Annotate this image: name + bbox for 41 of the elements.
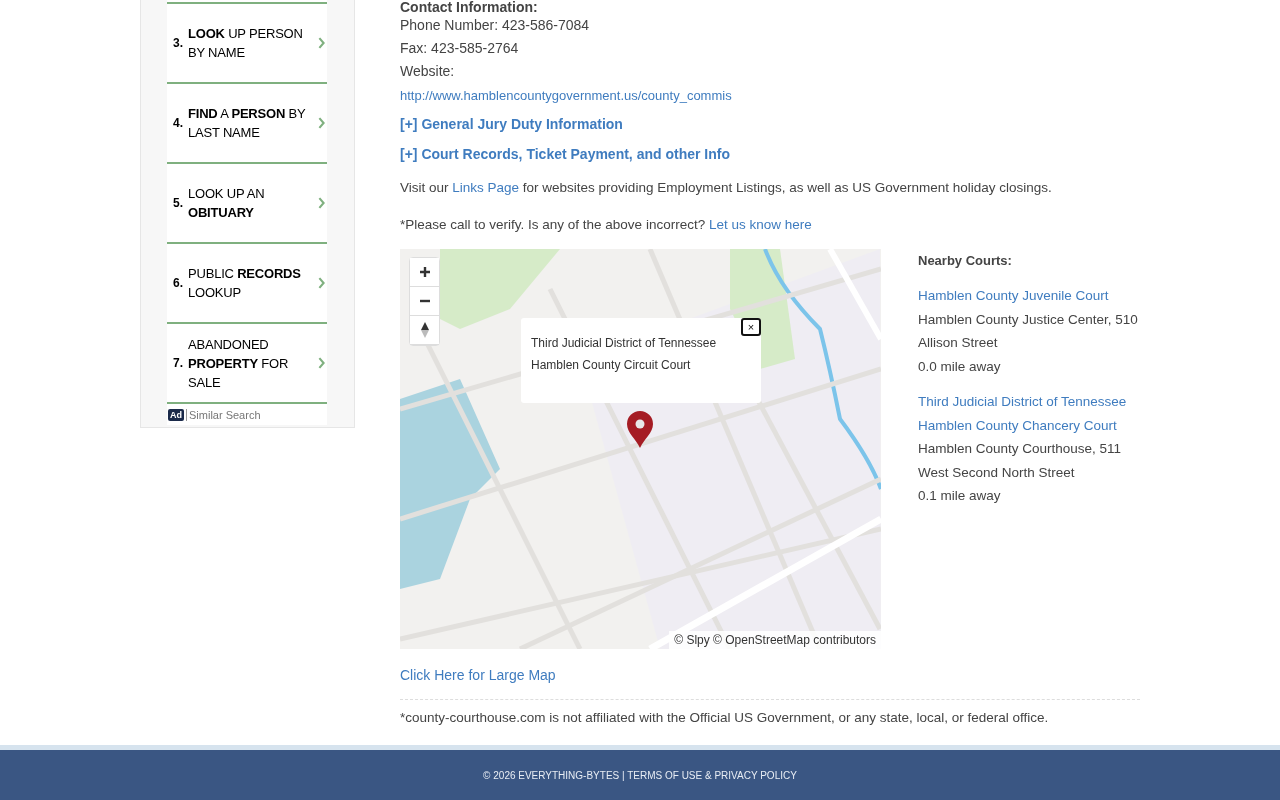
ad-link[interactable]: 6. PUBLIC RECORDS LOOKUP (167, 242, 327, 322)
court-link[interactable]: Third Judicial District of Tennessee (918, 390, 1127, 414)
court-distance: 0.0 mile away (918, 357, 1001, 376)
nearby-courts-heading: Nearby Courts: (918, 252, 1013, 270)
popup-text: Third Judicial District of Tennessee (531, 335, 718, 352)
court-address: Hamblen County Justice Center, 510 Allison Street (918, 310, 1139, 352)
similar-search-link[interactable]: Similar Search (189, 409, 261, 421)
ad-link[interactable]: 7. ABANDONED PROPERTY FOR SALE (167, 322, 327, 402)
verify-note: *Please call to verify. Is any of the above incorrect? Let us know here (400, 216, 813, 234)
large-map-link[interactable]: Click Here for Large Map (400, 667, 556, 683)
popup-text: Hamblen County Circuit Court (531, 357, 692, 374)
website-link[interactable]: http://www.hamblencountygovernment.us/county_commis (400, 88, 732, 103)
chevron-right-icon (318, 35, 325, 51)
ad-link[interactable]: 4. FIND A PERSON BY LAST NAME (167, 82, 327, 162)
contact-heading: Contact Information: (400, 0, 539, 14)
court-distance: 0.1 mile away (918, 487, 1001, 505)
plus-icon (418, 266, 431, 278)
compass-icon (419, 322, 430, 338)
expand-section-link[interactable]: [+] General Jury Duty Information (400, 113, 623, 136)
phone-number: Phone Number: 423-586-7084 (400, 16, 591, 35)
links-page-link[interactable]: Links Page (452, 180, 520, 195)
chevron-right-icon (318, 355, 325, 371)
disclaimer-text: *county-courthouse.com is not affiliated with the Official US Government, or any state, local, or federal office. (400, 709, 1050, 727)
court-link[interactable]: Hamblen County Juvenile Court (918, 284, 1109, 308)
court-address: Hamblen County Courthouse, 511 West Second North Street (918, 440, 1123, 482)
footer-text: © 2026 EVERYTHING-BYTES | TERMS OF USE & PRIVACY POLICY (483, 769, 797, 781)
close-button[interactable]: × (741, 318, 761, 336)
map-attribution: © Slpy © OpenStreetMap contributors (669, 631, 881, 649)
chevron-right-icon (318, 195, 325, 211)
chevron-right-icon (318, 275, 325, 291)
map-pin-icon (626, 411, 654, 449)
fax-number: Fax: 423-585-2764 (400, 39, 520, 58)
ad-link[interactable]: 3. LOOK UP PERSON BY NAME (167, 2, 327, 82)
zoom-in-button[interactable] (410, 258, 439, 287)
links-note: Visit our Links Page for websites providing Employment Listings, as well as US Government holiday closings. (400, 179, 1053, 197)
court-link[interactable]: Hamblen County Chancery Court (918, 413, 1117, 437)
ad-badge: Ad (168, 409, 184, 421)
chevron-right-icon (318, 115, 325, 131)
let-us-know-link[interactable]: Let us know here (708, 217, 812, 232)
expand-section-link[interactable]: [+] Court Records, Ticket Payment, and other Info (400, 143, 730, 166)
website-label: Website: (400, 62, 456, 81)
